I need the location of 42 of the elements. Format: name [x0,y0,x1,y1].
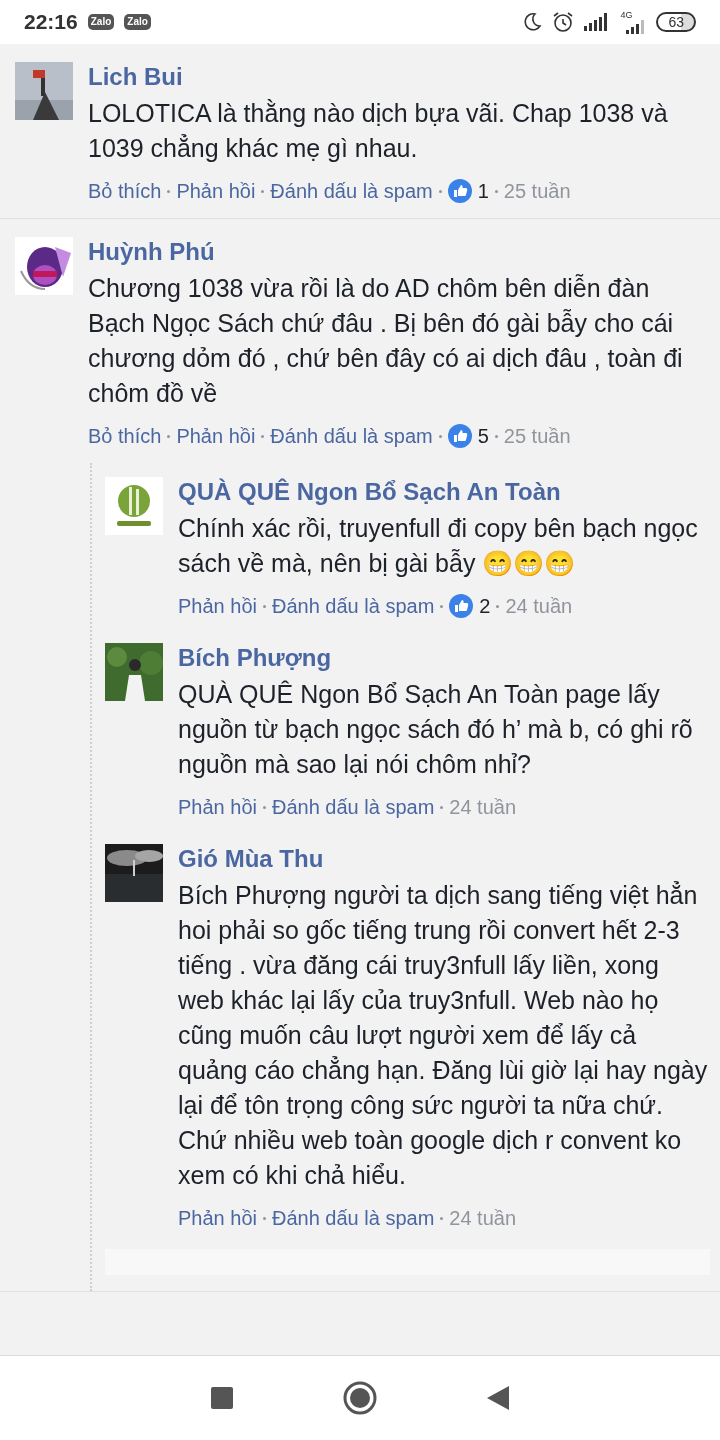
back-icon[interactable] [487,1386,509,1410]
comment-text: Bích Phượng người ta dịch sang tiếng việt hẳn hoi phải so gốc tiếng trung rồi convert hết 2-3 tiếng . vừa đăng cái truy3nfull lấy liền, xong web khác lại lấy của truy3nfull. Web nào họ cũng muốn câu lượt người xem để lấy cả quảng cáo chẳng hạn. Đăng lùi giờ lại hay ngày lại để tôn trọng công sức người ta nữa chứ. Chứ nhiều web toàn google dịch r convent ko xem có khi chả hiểu. [178,880,709,1191]
notification-badge: Zalo [87,14,115,30]
timestamp: 24 tuần [505,594,573,619]
comment-text: QUÀ QUÊ Ngon Bổ Sạch An Toàn page lấy nguồn từ bạch ngọc sách đó h’ mà b, có ghi rõ nguồn mà sao lại nói chôm nhỉ? [178,679,694,780]
thumbs-up-icon [447,424,472,448]
comment-text: Chương 1038 vừa rồi là do AD chôm bên diễn đàn Bạch Ngọc Sách chứ đâu . Bị bên đó gài bẫy cho cái chương dỏm đó , chứ bên đây có ai dịch đâu , toàn đi chôm đồ về [88,273,684,409]
moon-icon [522,12,543,32]
action-link[interactable]: Đánh dấu là spam [270,423,433,449]
author-name[interactable]: Gió Mùa Thu [178,844,324,874]
action-link[interactable]: Đánh dấu là spam [271,794,435,820]
timestamp: 25 tuần [503,424,571,449]
comment-text: LOLOTICA là thằng nào dịch bựa vãi. Chap 1038 và 1039 chẳng khác mẹ gì nhau. [88,98,669,164]
timestamp: 24 tuần [449,795,517,820]
author-name[interactable]: QUÀ QUÊ Ngon Bổ Sạch An Toàn [178,477,561,507]
timestamp: 25 tuần [503,179,571,204]
action-link[interactable]: Phản hồi [178,1205,257,1231]
notification-badge: Zalo [124,14,151,30]
like-count: 1 [477,179,489,204]
action-link[interactable]: Phản hồi [178,794,257,820]
thumbs-up-icon [449,594,474,618]
author-name[interactable]: Huỳnh Phú [88,237,215,267]
action-link[interactable]: Phản hồi [176,178,256,204]
action-link[interactable]: Đánh dấu là spam [271,593,435,619]
network-type: 4G [620,10,633,20]
timestamp: 24 tuần [449,1206,517,1231]
alarm-clock-icon [552,11,575,33]
author-name[interactable]: Bích Phượng [178,643,332,673]
battery-indicator: 63 [656,12,696,32]
thumbs-up-icon [447,179,472,203]
action-link[interactable]: Phản hồi [178,593,257,619]
like-count: 5 [477,424,489,449]
action-link[interactable]: Bỏ thích [88,423,162,449]
action-link[interactable]: Đánh dấu là spam [271,1205,435,1231]
action-link[interactable]: Phản hồi [176,423,256,449]
comment-text: Chính xác rồi, truyenfull đi copy bên bạch ngọc sách về mà, nên bị gài bẫy 😁😁😁 [178,513,699,579]
action-link[interactable]: Bỏ thích [88,178,162,204]
author-name[interactable]: Lich Bui [88,62,183,92]
like-count: 2 [479,594,491,619]
home-icon[interactable] [343,1381,377,1415]
action-link[interactable]: Đánh dấu là spam [270,178,433,204]
clock: 22:16 [24,9,78,36]
